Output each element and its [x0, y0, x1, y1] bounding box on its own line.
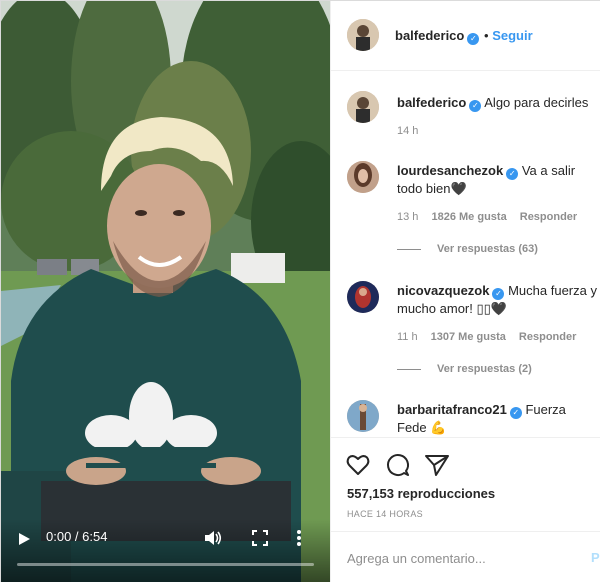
post-header: balfederico ✓ • Seguir	[331, 1, 600, 71]
verified-icon: ✓	[467, 33, 480, 45]
divider	[397, 248, 421, 250]
post-sidebar: balfederico ✓ • Seguir balfederico ✓ Algo …	[330, 1, 600, 582]
caption-time[interactable]: 14 h	[397, 125, 418, 137]
divider	[397, 368, 421, 370]
post-author[interactable]: balfederico ✓	[395, 28, 480, 45]
list-item: barbaritafranco21 ✓ Fuerza Fede 💪	[331, 398, 600, 437]
avatar[interactable]	[347, 91, 379, 123]
volume-icon[interactable]	[204, 530, 222, 546]
caption-meta: 14 h	[397, 125, 428, 137]
follow-button[interactable]: Seguir	[492, 28, 532, 43]
view-count[interactable]: 557,153 reproducciones	[347, 486, 495, 501]
verified-icon: ✓	[492, 288, 505, 300]
comment-username[interactable]: nicovazquezok	[397, 283, 489, 298]
avatar[interactable]	[347, 19, 379, 51]
caption-username[interactable]: balfederico	[397, 95, 466, 110]
more-vertical-icon[interactable]	[296, 529, 302, 547]
comment-username[interactable]: barbaritafranco21	[397, 402, 507, 417]
play-icon[interactable]	[17, 532, 31, 546]
avatar[interactable]	[347, 281, 379, 313]
view-replies-button[interactable]: Ver respuestas (2)	[397, 363, 532, 375]
caption-body: Algo para decirles	[484, 95, 589, 110]
share-icon[interactable]	[424, 452, 450, 478]
caption: balfederico ✓ Algo para decirles 14 h	[331, 91, 600, 151]
verified-icon: ✓	[469, 100, 482, 112]
list-item: lourdesanchezok ✓ Va a salir todo bien🖤 1…	[331, 159, 600, 259]
video-controls: 0:00 / 6:54	[1, 519, 330, 582]
comment-time[interactable]: 11 h	[397, 331, 418, 343]
comment-meta: 13 h 1826 Me gusta Responder	[397, 211, 587, 223]
comment-text: barbaritafranco21 ✓ Fuerza Fede 💪	[397, 401, 599, 437]
reply-button[interactable]: Responder	[519, 331, 576, 343]
video-player[interactable]: 0:00 / 6:54	[1, 1, 330, 582]
fullscreen-icon[interactable]	[252, 530, 268, 546]
separator: •	[484, 28, 489, 43]
heart-icon[interactable]	[345, 452, 371, 478]
caption-text: balfederico ✓ Algo para decirles	[397, 94, 599, 112]
post-frame: 0:00 / 6:54 balfederico ✓ • Seguir balfe…	[0, 0, 600, 582]
action-bar: 557,153 reproducciones HACE 14 HORAS	[331, 437, 600, 531]
video-progress-bar[interactable]	[17, 563, 314, 566]
comment-text: lourdesanchezok ✓ Va a salir todo bien🖤	[397, 162, 599, 198]
comment-text: nicovazquezok ✓ Mucha fuerza y mucho amor…	[397, 282, 599, 318]
comment-input[interactable]	[347, 548, 577, 568]
comment-icon[interactable]	[385, 452, 411, 478]
avatar[interactable]	[347, 161, 379, 193]
view-replies-label: Ver respuestas (2)	[437, 363, 532, 375]
comment-time[interactable]: 13 h	[397, 211, 418, 223]
reply-button[interactable]: Responder	[520, 211, 577, 223]
comments-list[interactable]: balfederico ✓ Algo para decirles 14 h lou…	[331, 71, 600, 437]
comment-meta: 11 h 1307 Me gusta Responder	[397, 331, 586, 343]
post-timestamp[interactable]: HACE 14 HORAS	[347, 509, 423, 519]
view-replies-button[interactable]: Ver respuestas (63)	[397, 243, 538, 255]
comment-username[interactable]: lourdesanchezok	[397, 163, 503, 178]
comment-likes[interactable]: 1307 Me gusta	[431, 331, 506, 343]
avatar[interactable]	[347, 400, 379, 432]
add-comment-bar: Pu	[331, 531, 600, 582]
list-item: nicovazquezok ✓ Mucha fuerza y mucho amor…	[331, 279, 600, 379]
video-time: 0:00 / 6:54	[46, 529, 108, 544]
post-button[interactable]: Pu	[591, 550, 600, 565]
verified-icon: ✓	[506, 168, 519, 180]
comment-likes[interactable]: 1826 Me gusta	[431, 211, 506, 223]
author-username[interactable]: balfederico	[395, 28, 464, 43]
verified-icon: ✓	[509, 407, 522, 419]
view-replies-label: Ver respuestas (63)	[437, 243, 538, 255]
video-frame	[1, 1, 330, 582]
follow-group: • Seguir	[484, 28, 533, 43]
